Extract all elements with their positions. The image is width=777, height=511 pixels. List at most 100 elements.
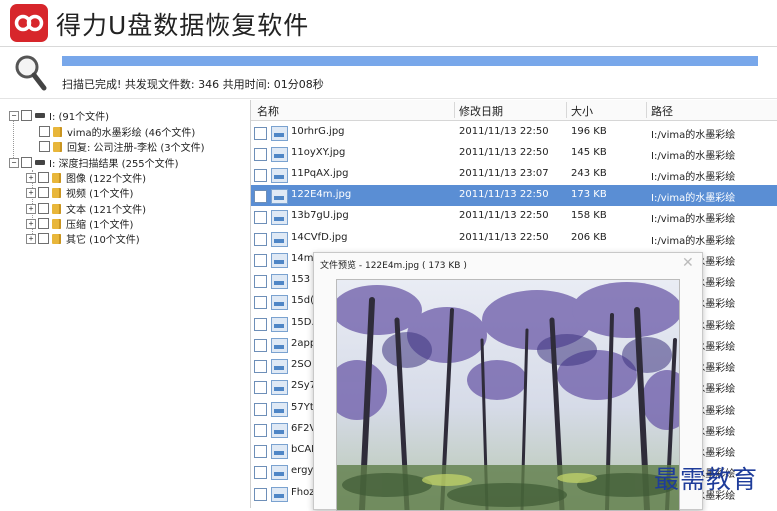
column-separator[interactable] — [646, 102, 647, 118]
file-date: 2011/11/13 22:50 — [459, 189, 549, 200]
file-name: 14m — [291, 253, 314, 264]
file-row[interactable]: 10rhrG.jpg 2011/11/13 22:50 196 KB I:/vi… — [251, 122, 777, 143]
image-file-icon — [271, 147, 288, 162]
tree-node-label: I: 深度扫描结果 (255个文件) — [49, 159, 179, 170]
tree-checkbox[interactable] — [38, 218, 49, 229]
preview-title: 文件预览 - 122E4m.jpg ( 173 KB ) — [320, 261, 467, 271]
expand-icon[interactable]: + — [26, 233, 36, 244]
file-date: 2011/11/13 22:50 — [459, 147, 549, 158]
file-checkbox[interactable] — [254, 381, 267, 394]
column-separator[interactable] — [566, 102, 567, 118]
file-path: I:/vima的水墨彩绘 — [651, 236, 736, 247]
drive-icon — [35, 160, 45, 165]
file-name: 15D. — [291, 317, 315, 328]
tree-checkbox[interactable] — [38, 203, 49, 214]
file-checkbox[interactable] — [254, 127, 267, 140]
tree-node-label: vima的水墨彩绘 (46个文件) — [67, 128, 196, 139]
folder-icon — [52, 172, 61, 183]
scan-status-text: 扫描已完成! 共发现文件数: 346 共用时间: 01分08秒 — [62, 78, 324, 91]
file-checkbox[interactable] — [254, 339, 267, 352]
file-checkbox[interactable] — [254, 360, 267, 373]
image-file-icon — [271, 402, 288, 417]
tree-checkbox[interactable] — [39, 141, 50, 152]
tree-node-label: 文本 (121个文件) — [66, 205, 147, 216]
file-checkbox[interactable] — [254, 233, 267, 246]
expand-icon[interactable]: + — [26, 172, 36, 183]
file-checkbox[interactable] — [254, 488, 267, 501]
file-row-selected[interactable]: 122E4m.jpg 2011/11/13 22:50 173 KB I:/vi… — [251, 185, 777, 206]
expand-icon[interactable]: + — [26, 187, 36, 198]
tree-node-video[interactable]: + 视频 (1个文件) — [26, 185, 133, 200]
expand-icon[interactable]: + — [26, 218, 36, 229]
folder-icon — [52, 203, 61, 214]
file-size: 173 KB — [571, 189, 607, 200]
tree-node-label: I: (91个文件) — [49, 112, 110, 123]
tree-node-images[interactable]: + 图像 (122个文件) — [26, 170, 146, 185]
tree-checkbox[interactable] — [38, 172, 49, 183]
file-checkbox[interactable] — [254, 254, 267, 267]
file-checkbox[interactable] — [254, 211, 267, 224]
folder-tree: − I: (91个文件) vima的水墨彩绘 (46个文件) 回复: 公司注册-… — [0, 100, 248, 508]
close-icon[interactable]: ✕ — [682, 255, 694, 271]
file-path: I:/vima的水墨彩绘 — [651, 172, 736, 183]
file-checkbox[interactable] — [254, 424, 267, 437]
file-name: ergy — [291, 465, 314, 476]
tree-checkbox[interactable] — [38, 233, 49, 244]
file-checkbox[interactable] — [254, 190, 267, 203]
file-size: 206 KB — [571, 232, 607, 243]
file-path: I:/vima的水墨彩绘 — [651, 193, 736, 204]
image-file-icon — [271, 487, 288, 502]
file-checkbox[interactable] — [254, 318, 267, 331]
file-row[interactable]: 13b7gU.jpg 2011/11/13 22:50 158 KB I:/vi… — [251, 206, 777, 227]
tree-node-drive-i[interactable]: − I: (91个文件) — [9, 108, 109, 123]
scan-progress-bar — [62, 56, 758, 66]
image-file-icon — [271, 274, 288, 289]
file-name: 153 — [291, 274, 311, 285]
file-checkbox[interactable] — [254, 275, 267, 288]
file-date: 2011/11/13 22:50 — [459, 232, 549, 243]
image-file-icon — [271, 253, 288, 268]
file-path: I:/vima的水墨彩绘 — [651, 214, 736, 225]
file-checkbox[interactable] — [254, 169, 267, 182]
tree-node-text[interactable]: + 文本 (121个文件) — [26, 201, 146, 216]
collapse-icon[interactable]: − — [9, 157, 19, 168]
image-file-icon — [271, 126, 288, 141]
column-header-size[interactable]: 大小 — [571, 103, 593, 119]
file-checkbox[interactable] — [254, 148, 267, 161]
column-header-path[interactable]: 路径 — [651, 103, 673, 119]
file-row[interactable]: 11PqAX.jpg 2011/11/13 23:07 243 KB I:/vi… — [251, 164, 777, 185]
image-file-icon — [271, 232, 288, 247]
file-checkbox[interactable] — [254, 296, 267, 309]
file-name: bCAI — [291, 444, 315, 455]
tree-node-deep-scan[interactable]: − I: 深度扫描结果 (255个文件) — [9, 155, 179, 170]
file-name: 11PqAX.jpg — [291, 168, 349, 179]
file-row[interactable]: 14CVfD.jpg 2011/11/13 22:50 206 KB I:/vi… — [251, 228, 777, 249]
tree-checkbox[interactable] — [38, 187, 49, 198]
tree-node-vima[interactable]: vima的水墨彩绘 (46个文件) — [29, 124, 195, 139]
column-separator[interactable] — [454, 102, 455, 118]
file-path: I:/vima的水墨彩绘 — [651, 130, 736, 141]
tree-node-label: 回复: 公司注册-李松 (3个文件) — [67, 143, 205, 154]
file-checkbox[interactable] — [254, 403, 267, 416]
file-checkbox[interactable] — [254, 466, 267, 479]
header-divider — [0, 46, 777, 47]
image-file-icon — [271, 168, 288, 183]
tree-checkbox[interactable] — [21, 157, 32, 168]
tree-checkbox[interactable] — [21, 110, 32, 121]
image-file-icon — [271, 295, 288, 310]
column-header-date[interactable]: 修改日期 — [459, 103, 503, 119]
file-checkbox[interactable] — [254, 445, 267, 458]
tree-node-reply[interactable]: 回复: 公司注册-李松 (3个文件) — [29, 139, 205, 154]
tree-node-other[interactable]: + 其它 (10个文件) — [26, 231, 140, 246]
tree-node-label: 压缩 (1个文件) — [66, 220, 134, 231]
expand-icon[interactable]: + — [26, 203, 36, 214]
tree-node-archive[interactable]: + 压缩 (1个文件) — [26, 216, 133, 231]
collapse-icon[interactable]: − — [9, 110, 19, 121]
folder-icon — [52, 187, 61, 198]
file-row[interactable]: 11oyXY.jpg 2011/11/13 22:50 145 KB I:/vi… — [251, 143, 777, 164]
preview-image — [336, 279, 680, 511]
watermark-text: 最需教育 — [654, 465, 759, 494]
tree-node-label: 其它 (10个文件) — [66, 235, 140, 246]
tree-checkbox[interactable] — [39, 126, 50, 137]
column-header-name[interactable]: 名称 — [257, 103, 279, 119]
